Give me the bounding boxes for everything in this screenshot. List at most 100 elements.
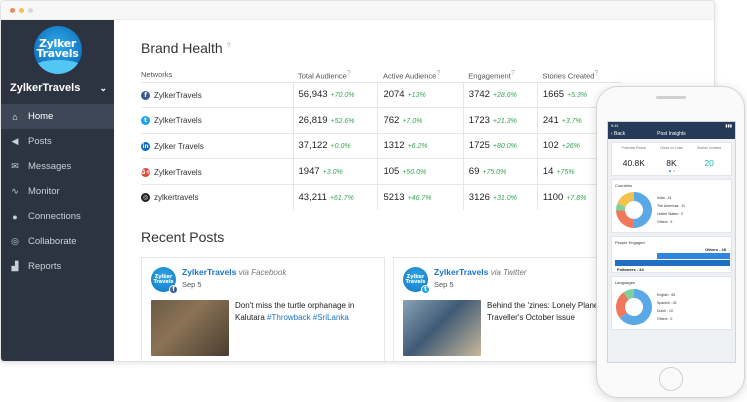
linkedin-icon: in [141,141,150,151]
total-audience-delta: +0.0% [330,143,351,151]
sidebar-item-label: Collaborate [28,236,77,247]
post-text: Don't miss the turtle orphanage in Kalut… [235,300,375,356]
engagement-value: 3126 [468,191,490,203]
table-row: G+ ZylkerTravels 1947 +3.0% 105 +50.0% 69 +75.0… [140,158,621,185]
sidebar-item-reports[interactable]: ▟ Reports [1,254,114,279]
column-header: Active Audience? [378,68,463,82]
stories-created-delta: +75% [556,169,575,177]
total-audience-cell: 43,211 +61.7% [292,183,378,210]
sidebar-item-home[interactable]: ⌂ Home [1,104,114,129]
pager-dots [615,170,728,172]
pager-dot[interactable] [672,170,675,172]
legend-item: The Americas : 11 [657,204,685,208]
avatar: Zylker Travels t [403,266,430,294]
network-label[interactable]: in Zylker Travels [141,141,204,151]
total-audience-value: 1947 [298,166,320,178]
total-audience-value: 37,122 [298,140,328,152]
sidebar-item-collaborate[interactable]: ◎ Collaborate [1,229,114,254]
table-header-row: Networks Total Audience? Active Audience? E… [141,68,621,82]
sidebar-nav: ⌂ Home ◀ Posts ✉ Messages ∿ Monitor ● Connections… [1,104,114,279]
engagement-cell: 1725 +80.0% [462,132,538,159]
title-bar [1,1,714,20]
engagement-cell: 3742 +28.6% [462,81,538,108]
post-author[interactable]: ZylkerTravels via Twitter [434,267,527,277]
stories-created-value: 102 [542,140,559,152]
network-label[interactable]: G+ ZylkerTravels [140,167,202,177]
legend-item: Spanish : 26 [657,301,677,305]
help-icon[interactable]: ? [227,42,231,49]
brand-health-title-text: Brand Health [141,40,223,56]
help-icon[interactable]: ? [594,70,598,77]
active-audience-delta: +6.2% [407,143,428,151]
post-header: Zylker Travels f ZylkerTravels via Facebook… [151,266,375,294]
brand-health-table: Networks Total Audience? Active Audience? E… [141,68,621,210]
help-icon[interactable]: ? [436,70,440,77]
network-label[interactable]: t ZylkerTravels [141,116,202,126]
post-card[interactable]: Zylker Travels f ZylkerTravels via Facebook… [141,256,385,361]
stat-label: Stories Created [697,146,722,150]
post-text-body: Behind the 'zines: Lonely Planet Travell… [487,300,601,322]
sidebar-item-monitor[interactable]: ∿ Monitor [1,179,114,204]
post-author[interactable]: ZylkerTravels via Facebook [182,267,286,277]
languages-legend: English : 65 Spanish : 26 Dutch : 10 Others… [657,291,676,323]
post-date: Sep 5 [182,279,202,289]
legend-item: Others : 0 [657,317,673,321]
column-header-label: Networks [141,70,173,80]
active-audience-value: 2074 [383,89,405,101]
sidebar-item-connections[interactable]: ● Connections [1,204,114,229]
googleplus-icon: G+ [140,167,151,177]
table-row: in Zylker Travels 37,122 +0.0% 1312 +6.2% 1725… [141,132,621,159]
active-audience-cell: 762 +7.0% [377,107,464,134]
table-row: ◎ zylkertravels 43,211 +61.7% 5213 +46.7% 3126… [141,183,621,210]
post-hashtags[interactable]: #Throwback #SriLanka [267,313,349,322]
stories-created-delta: +5.3% [567,92,588,100]
stats-row: Potential Reach 40.8K Clicks on Links 8K Sto… [615,146,728,168]
column-header-label: Stories Created [542,71,595,80]
minimize-dot[interactable] [19,7,24,13]
stat-value: 20 [704,158,714,168]
donut-slice [616,210,634,228]
table-row: f ZylkerTravels 56,943 +70.0% 2074 +13% 3742 +2… [141,81,621,108]
status-time: 9:41 [611,123,619,128]
help-icon[interactable]: ? [347,70,351,77]
total-audience-cell: 26,819 +52.6% [292,107,378,134]
brand-switcher[interactable]: ZylkerTravels ⌄ [1,74,114,100]
languages-card: Languages English : 65 Spanish : 26 Dutch … [611,276,732,330]
pager-dot[interactable] [668,170,671,172]
countries-donut [616,192,652,228]
maximize-dot[interactable] [28,7,33,13]
people-icon: ● [12,211,18,222]
network-label[interactable]: f ZylkerTravels [141,90,202,100]
phone-home-button[interactable] [659,367,683,391]
post-author-name: ZylkerTravels [434,266,489,277]
stories-created-delta: +3.7% [561,117,582,125]
help-icon[interactable]: ? [511,70,515,77]
post-meta: ZylkerTravels via Twitter Sep 5 [434,267,527,289]
post-meta: ZylkerTravels via Facebook Sep 5 [182,267,286,289]
sidebar-item-label: Posts [28,136,52,147]
post-image[interactable] [151,299,229,356]
phone-nav-bar: ‹ Back Post Insights [608,129,735,139]
people-engaged-title: People Engaged [615,240,645,245]
close-dot[interactable] [10,7,15,13]
stat-item: Clicks on Links 8K [653,146,691,168]
network-label[interactable]: ◎ zylkertravels [141,193,198,203]
pulse-icon: ∿ [11,186,19,196]
column-header-label: Engagement [468,71,511,80]
sidebar-item-posts[interactable]: ◀ Posts [1,129,114,154]
post-image[interactable] [403,299,481,356]
sidebar-item-messages[interactable]: ✉ Messages [1,154,114,179]
network-cell: in Zylker Travels [141,132,293,159]
phone-screen: 9:41 ▮▮▮ ‹ Back Post Insights Potential … [607,121,736,363]
twitter-icon: t [141,116,150,126]
table-body: f ZylkerTravels 56,943 +70.0% 2074 +13% 3742 +2… [140,81,621,210]
total-audience-delta: +70.0% [330,92,355,100]
stories-created-delta: +26% [561,143,580,151]
network-cell: ◎ zylkertravels [141,183,293,210]
engagement-cell: 3126 +31.0% [462,183,538,210]
active-audience-value: 762 [383,114,400,126]
total-audience-cell: 1947 +3.0% [292,158,378,185]
phone-mockup: 9:41 ▮▮▮ ‹ Back Post Insights Potential … [596,86,745,398]
legend-item: India : 24 [657,196,672,200]
stat-item: Potential Reach 40.8K [615,146,653,168]
